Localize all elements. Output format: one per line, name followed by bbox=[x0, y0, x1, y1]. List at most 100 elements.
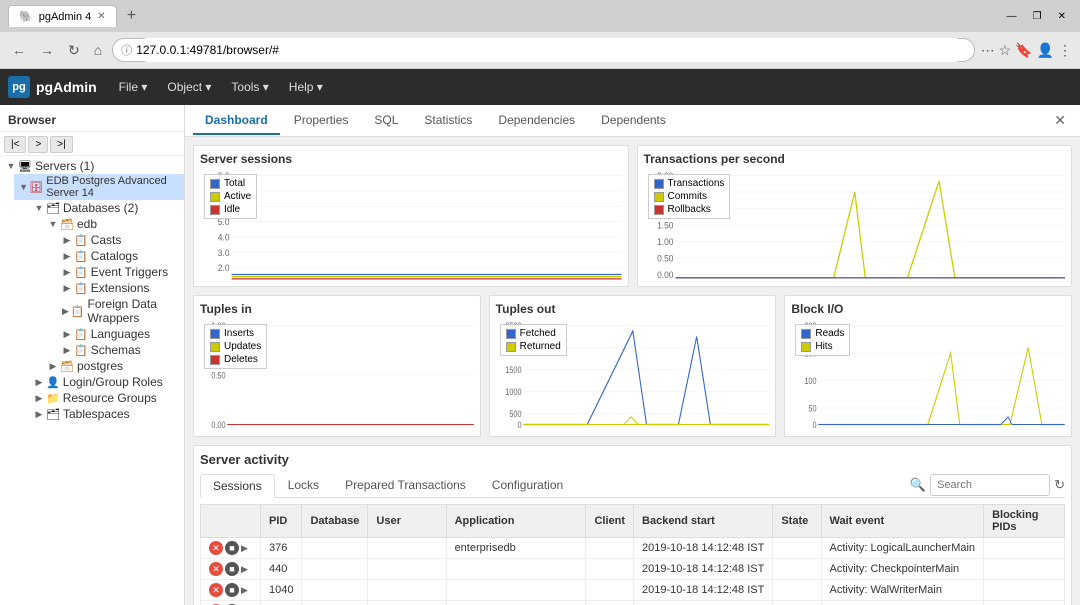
minimize-btn[interactable]: — bbox=[1001, 9, 1023, 24]
toggle-postgres: ▶ bbox=[46, 361, 60, 372]
chart-block-io: Block I/O 200 150 100 5 bbox=[784, 295, 1072, 437]
tab-sql[interactable]: SQL bbox=[362, 107, 410, 135]
menu-tools[interactable]: Tools ▾ bbox=[221, 74, 278, 100]
activity-tab-prepared[interactable]: Prepared Transactions bbox=[332, 473, 479, 497]
fdw-label: Foreign Data Wrappers bbox=[88, 297, 184, 325]
tree-item-databases[interactable]: ▼ 🗂 Databases (2) bbox=[28, 200, 184, 216]
row-terminate-btn[interactable]: ✕ bbox=[209, 583, 223, 597]
menu-object[interactable]: Object ▾ bbox=[157, 74, 221, 100]
sidebar-back-btn[interactable]: |< bbox=[4, 136, 26, 153]
legend-hits: Hits bbox=[801, 341, 844, 352]
extensions-btn[interactable]: 🔖 bbox=[1015, 42, 1032, 59]
refresh-btn[interactable]: ↻ bbox=[1054, 477, 1065, 493]
tree-item-event-triggers[interactable]: ▶ 📋 Event Triggers bbox=[56, 264, 184, 280]
row-expand-btn[interactable]: ▶ bbox=[241, 585, 248, 596]
legend-fetched-label: Fetched bbox=[520, 328, 556, 339]
maximize-btn[interactable]: ❐ bbox=[1027, 9, 1048, 24]
row-terminate-btn[interactable]: ✕ bbox=[209, 541, 223, 555]
legend-reads-label: Reads bbox=[815, 328, 844, 339]
tree-item-extensions[interactable]: ▶ 📋 Extensions bbox=[56, 280, 184, 296]
address-bar: ← → ↻ ⌂ ⓘ ⋯ ☆ 🔖 👤 ⋮ bbox=[0, 32, 1080, 68]
tree-item-resource-groups[interactable]: ▶ 📁 Resource Groups bbox=[28, 390, 184, 406]
row-actions-cell: ✕ ■ ▶ bbox=[201, 601, 261, 605]
tree-item-schemas[interactable]: ▶ 📋 Schemas bbox=[56, 342, 184, 358]
tree-item-edb-server[interactable]: ▼ 🗄 EDB Postgres Advanced Server 14 bbox=[14, 174, 184, 200]
schemas-label: Schemas bbox=[91, 343, 141, 357]
svg-text:1.50: 1.50 bbox=[657, 220, 674, 230]
tree-item-languages[interactable]: ▶ 📋 Languages bbox=[56, 326, 184, 342]
row-terminate-btn[interactable]: ✕ bbox=[209, 562, 223, 576]
row-expand-btn[interactable]: ▶ bbox=[241, 543, 248, 554]
tab-dependents[interactable]: Dependents bbox=[589, 107, 678, 135]
row-client bbox=[586, 580, 634, 601]
tab-dashboard[interactable]: Dashboard bbox=[193, 107, 280, 135]
tree-item-casts[interactable]: ▶ 📋 Casts bbox=[56, 232, 184, 248]
et-icon: 📋 bbox=[74, 266, 88, 279]
legend-commits-color bbox=[654, 192, 664, 202]
tab-dependencies[interactable]: Dependencies bbox=[486, 107, 587, 135]
table-row: ✕ ■ ▶ 1280 enterprisedb 2019-10-18 14:12… bbox=[201, 601, 1065, 605]
tab-properties[interactable]: Properties bbox=[282, 107, 361, 135]
tree-item-tablespaces[interactable]: ▶ 🗂 Tablespaces bbox=[28, 406, 184, 422]
url-input[interactable] bbox=[136, 38, 965, 62]
back-btn[interactable]: ← bbox=[8, 40, 30, 60]
menu-file[interactable]: File ▾ bbox=[109, 74, 158, 100]
forward-btn[interactable]: → bbox=[36, 40, 58, 60]
new-tab-btn[interactable]: + bbox=[121, 7, 142, 25]
home-btn[interactable]: ⌂ bbox=[90, 40, 106, 60]
row-application bbox=[446, 559, 586, 580]
edb-server-icon: 🗄 bbox=[29, 181, 43, 194]
row-user bbox=[368, 538, 446, 559]
databases-children: ▼ 🗃 edb ▶ 📋 Casts bbox=[42, 216, 184, 374]
sidebar-expand-btn[interactable]: > bbox=[28, 136, 48, 153]
close-btn[interactable]: ✕ bbox=[1052, 9, 1072, 24]
svg-text:4.0: 4.0 bbox=[218, 232, 230, 242]
tree-item-servers[interactable]: ▼ 🖥 Servers (1) bbox=[0, 158, 184, 174]
row-actions-cell: ✕ ■ ▶ bbox=[201, 538, 261, 559]
tab-close-btn[interactable]: ✕ bbox=[97, 11, 105, 22]
bookmarks-btn[interactable]: ⋯ bbox=[981, 42, 995, 59]
row-cancel-btn[interactable]: ■ bbox=[225, 562, 239, 576]
row-state bbox=[773, 559, 821, 580]
reload-btn[interactable]: ↻ bbox=[64, 40, 84, 61]
toggle-edb: ▼ bbox=[46, 219, 60, 229]
tree-item-login-roles[interactable]: ▶ 👤 Login/Group Roles bbox=[28, 374, 184, 390]
row-state bbox=[773, 580, 821, 601]
tree-item-catalogs[interactable]: ▶ 📋 Catalogs bbox=[56, 248, 184, 264]
charts-row-1: Server sessions bbox=[193, 145, 1072, 287]
menu-btn[interactable]: ⋮ bbox=[1058, 42, 1072, 59]
legend-commits-label: Commits bbox=[668, 191, 707, 202]
toggle-catalogs: ▶ bbox=[60, 251, 74, 262]
row-cancel-btn[interactable]: ■ bbox=[225, 583, 239, 597]
app-name: pgAdmin bbox=[36, 79, 97, 95]
row-wait-event: Activity: WalWriterMain bbox=[821, 580, 984, 601]
tree-item-edb[interactable]: ▼ 🗃 edb bbox=[42, 216, 184, 232]
tree-item-postgres[interactable]: ▶ 🗃 postgres bbox=[42, 358, 184, 374]
tree-item-fdw[interactable]: ▶ 📋 Foreign Data Wrappers bbox=[56, 296, 184, 326]
row-expand-btn[interactable]: ▶ bbox=[241, 564, 248, 575]
tab-statistics[interactable]: Statistics bbox=[412, 107, 484, 135]
tuples-out-legend: Fetched Returned bbox=[500, 324, 567, 356]
search-input[interactable] bbox=[930, 474, 1050, 496]
content-close-btn[interactable]: ✕ bbox=[1048, 110, 1072, 131]
row-application bbox=[446, 580, 586, 601]
table-header-row: PID Database User Application Client Bac… bbox=[201, 505, 1065, 538]
menu-help[interactable]: Help ▾ bbox=[279, 74, 333, 100]
row-state bbox=[773, 538, 821, 559]
activity-tab-locks[interactable]: Locks bbox=[275, 473, 332, 497]
table-row: ✕ ■ ▶ 1040 2019-10-18 14:12:48 IST Activ… bbox=[201, 580, 1065, 601]
svg-text:1.00: 1.00 bbox=[657, 237, 674, 247]
legend-fetched: Fetched bbox=[506, 328, 561, 339]
activity-tab-config[interactable]: Configuration bbox=[479, 473, 576, 497]
row-cancel-btn[interactable]: ■ bbox=[225, 541, 239, 555]
transactions-chart: 3.00 2.50 2.00 1.50 1.00 0.50 0.00 bbox=[644, 170, 1066, 280]
rg-label: Resource Groups bbox=[63, 391, 157, 405]
browser-tab-pgadmin[interactable]: 🐘 pgAdmin 4 ✕ bbox=[8, 5, 117, 27]
svg-text:0.50: 0.50 bbox=[657, 253, 674, 263]
activity-tab-sessions[interactable]: Sessions bbox=[200, 474, 275, 498]
profile-btn[interactable]: 👤 bbox=[1037, 42, 1054, 59]
bookmark-star-btn[interactable]: ☆ bbox=[999, 42, 1012, 59]
sidebar-forward-btn[interactable]: >| bbox=[50, 136, 72, 153]
legend-updates-label: Updates bbox=[224, 341, 261, 352]
browser-actions: ⋯ ☆ 🔖 👤 ⋮ bbox=[981, 42, 1072, 59]
